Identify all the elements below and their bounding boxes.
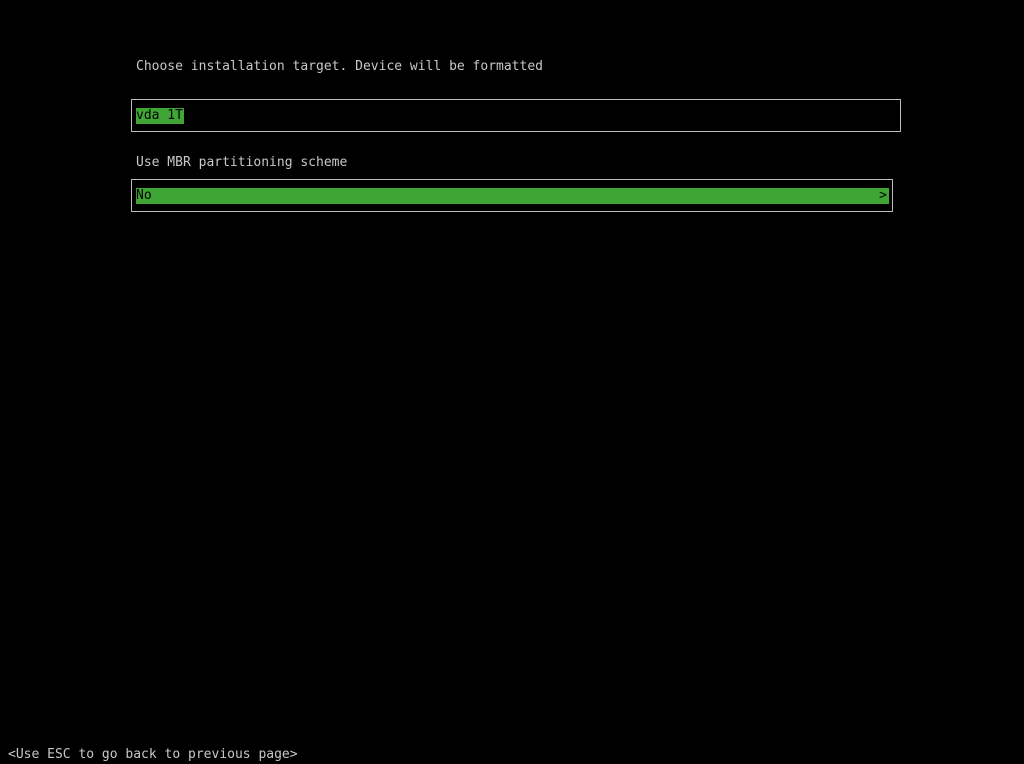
installation-target-select[interactable]: vda 1T [131, 99, 901, 132]
installation-target-label: Choose installation target. Device will … [136, 59, 543, 74]
installation-target-value[interactable]: vda 1T [136, 108, 184, 124]
mbr-partitioning-option-bar[interactable]: No > [136, 188, 889, 204]
chevron-right-icon: > [879, 188, 887, 203]
mbr-partitioning-label: Use MBR partitioning scheme [136, 155, 348, 170]
mbr-partitioning-value: No [136, 188, 152, 203]
escape-hint: <Use ESC to go back to previous page> [8, 747, 298, 762]
mbr-partitioning-select[interactable]: No > [131, 179, 893, 212]
